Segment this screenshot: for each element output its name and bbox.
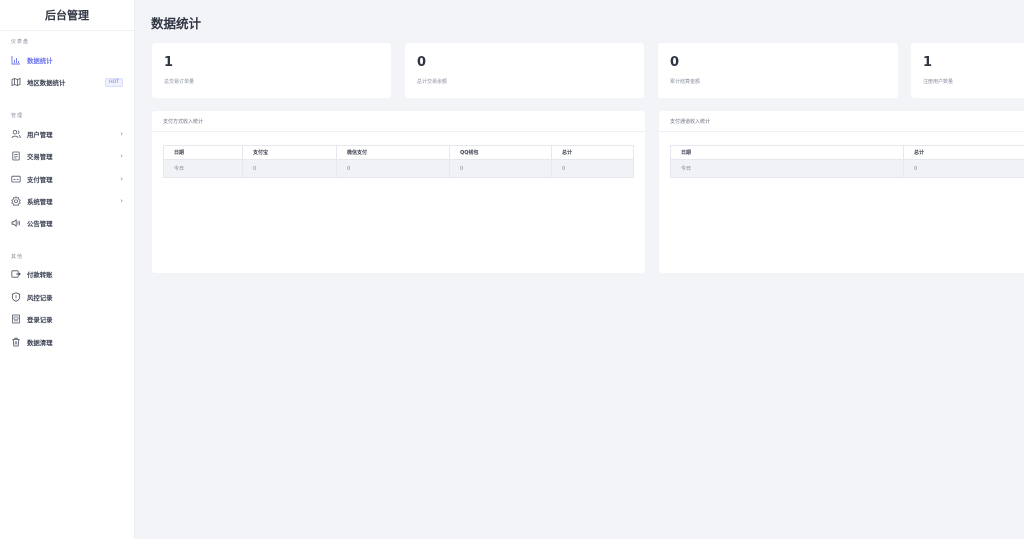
map-icon (11, 77, 21, 87)
users-icon (11, 129, 21, 139)
column-header-alipay: 支付宝 (242, 145, 337, 160)
speaker-icon (11, 218, 21, 228)
table-row: 今日 0 0 0 0 (163, 159, 634, 178)
sidebar-item-announcements[interactable]: 公告管理 (0, 214, 134, 232)
column-header-date: 日期 (163, 145, 243, 160)
sidebar-item-data-stats[interactable]: 数据统计 (0, 51, 134, 69)
sidebar-item-data-cleanup[interactable]: 数据清理 (0, 333, 134, 351)
table-cell: 今日 (670, 159, 904, 178)
panel-title: 支付方式收入统计 (152, 111, 645, 132)
page-title: 数据统计 (151, 16, 202, 31)
group-title-manage: 管理 (11, 113, 24, 119)
stat-value: 0 (417, 55, 427, 70)
sidebar-item-label: 系统管理 (27, 197, 53, 206)
table-cell: 0 (449, 159, 552, 178)
document-icon (11, 151, 21, 161)
column-header-total: 总计 (903, 145, 1024, 160)
stat-value: 1 (164, 55, 174, 70)
stat-value: 0 (670, 55, 680, 70)
column-header-wechat: 微信支付 (336, 145, 450, 160)
stat-label: 注册用户数量 (923, 79, 954, 85)
table-header-row: 日期 总计 (670, 145, 1024, 160)
trash-icon (11, 337, 21, 347)
panel-payment-channel-income: 支付通道收入统计 日期 总计 今日 0 (659, 111, 1024, 273)
payment-method-table: 日期 支付宝 微信支付 QQ钱包 总计 今日 0 0 0 0 (163, 145, 634, 178)
sidebar-item-label: 数据清理 (27, 338, 53, 347)
sidebar-item-label: 地区数据统计 (27, 78, 66, 87)
stat-value: 1 (923, 55, 933, 70)
chevron-right-icon: › (120, 152, 123, 160)
sidebar-item-label: 数据统计 (27, 56, 53, 65)
log-icon (11, 314, 21, 324)
panel-title: 支付通道收入统计 (659, 111, 1024, 132)
table-cell: 0 (336, 159, 450, 178)
sidebar-item-transfer[interactable]: 付款转账 (0, 265, 134, 283)
column-header-total: 总计 (551, 145, 634, 160)
panel-payment-method-income: 支付方式收入统计 日期 支付宝 微信支付 QQ钱包 总计 今日 0 0 0 0 (152, 111, 645, 273)
sidebar-item-users[interactable]: 用户管理 › (0, 125, 134, 143)
table-cell: 0 (903, 159, 1024, 178)
stat-label: 累计结算金额 (670, 79, 701, 85)
sidebar-item-label: 付款转账 (27, 270, 53, 279)
payment-channel-table: 日期 总计 今日 0 (670, 145, 1024, 178)
sidebar-item-region-stats[interactable]: 地区数据统计 HOT (0, 73, 134, 91)
hot-badge: HOT (105, 77, 123, 87)
stat-card-total-balance: 0 总计交易余额 (405, 43, 644, 98)
table-cell: 0 (242, 159, 337, 178)
table-cell: 0 (551, 159, 634, 178)
sidebar-item-trades[interactable]: 交易管理 › (0, 147, 134, 165)
sidebar-item-risk[interactable]: 风控记录 (0, 288, 134, 306)
stat-card-registered-users: 1 注册用户数量 (911, 43, 1024, 98)
bar-chart-icon (11, 55, 21, 65)
transfer-icon (11, 269, 21, 279)
sidebar-item-label: 风控记录 (27, 293, 53, 302)
shield-icon (11, 292, 21, 302)
sidebar-item-label: 登录记录 (27, 315, 53, 324)
card-icon (11, 174, 21, 184)
chevron-right-icon: › (120, 197, 123, 205)
column-header-date: 日期 (670, 145, 904, 160)
chevron-right-icon: › (120, 175, 123, 183)
table-cell: 今日 (163, 159, 243, 178)
brand-title: 后台管理 (0, 0, 134, 31)
sidebar-item-login-log[interactable]: 登录记录 (0, 310, 134, 328)
chevron-right-icon: › (120, 130, 123, 138)
sidebar-item-system[interactable]: 系统管理 › (0, 192, 134, 210)
stat-label: 总计交易余额 (417, 79, 448, 85)
column-header-qq-wallet: QQ钱包 (449, 145, 552, 160)
stat-card-total-orders: 1 总交易订单量 (152, 43, 391, 98)
sidebar-item-label: 交易管理 (27, 152, 53, 161)
table-row: 今日 0 (670, 159, 1024, 178)
sidebar-item-label: 公告管理 (27, 219, 53, 228)
sidebar-item-label: 用户管理 (27, 130, 53, 139)
group-title-dashboard: 仪表盘 (11, 39, 30, 45)
stat-label: 总交易订单量 (164, 79, 195, 85)
sidebar-item-label: 支付管理 (27, 175, 53, 184)
table-header-row: 日期 支付宝 微信支付 QQ钱包 总计 (163, 145, 634, 160)
sidebar-item-payments[interactable]: 支付管理 › (0, 170, 134, 188)
group-title-other: 其他 (11, 254, 24, 260)
gear-icon (11, 196, 21, 206)
stat-card-settlement: 0 累计结算金额 (658, 43, 898, 98)
sidebar: 后台管理 仪表盘 数据统计 地区数据统计 HOT 管理 用户管理 › 交易管理 … (0, 0, 135, 539)
